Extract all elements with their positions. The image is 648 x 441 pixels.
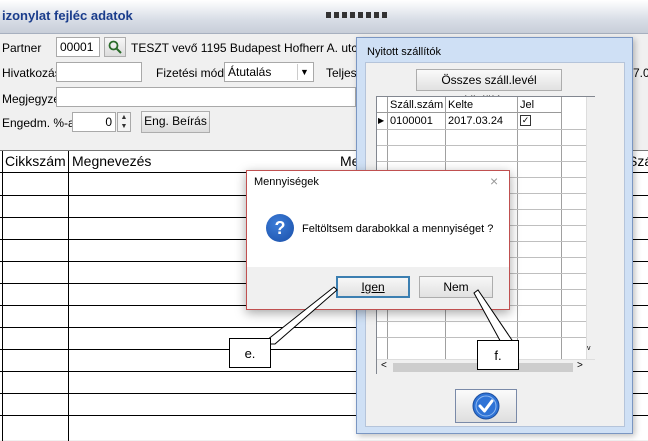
callout-e: e. — [229, 338, 271, 368]
callout-lines — [260, 286, 517, 347]
callout-f: f. — [477, 340, 519, 370]
